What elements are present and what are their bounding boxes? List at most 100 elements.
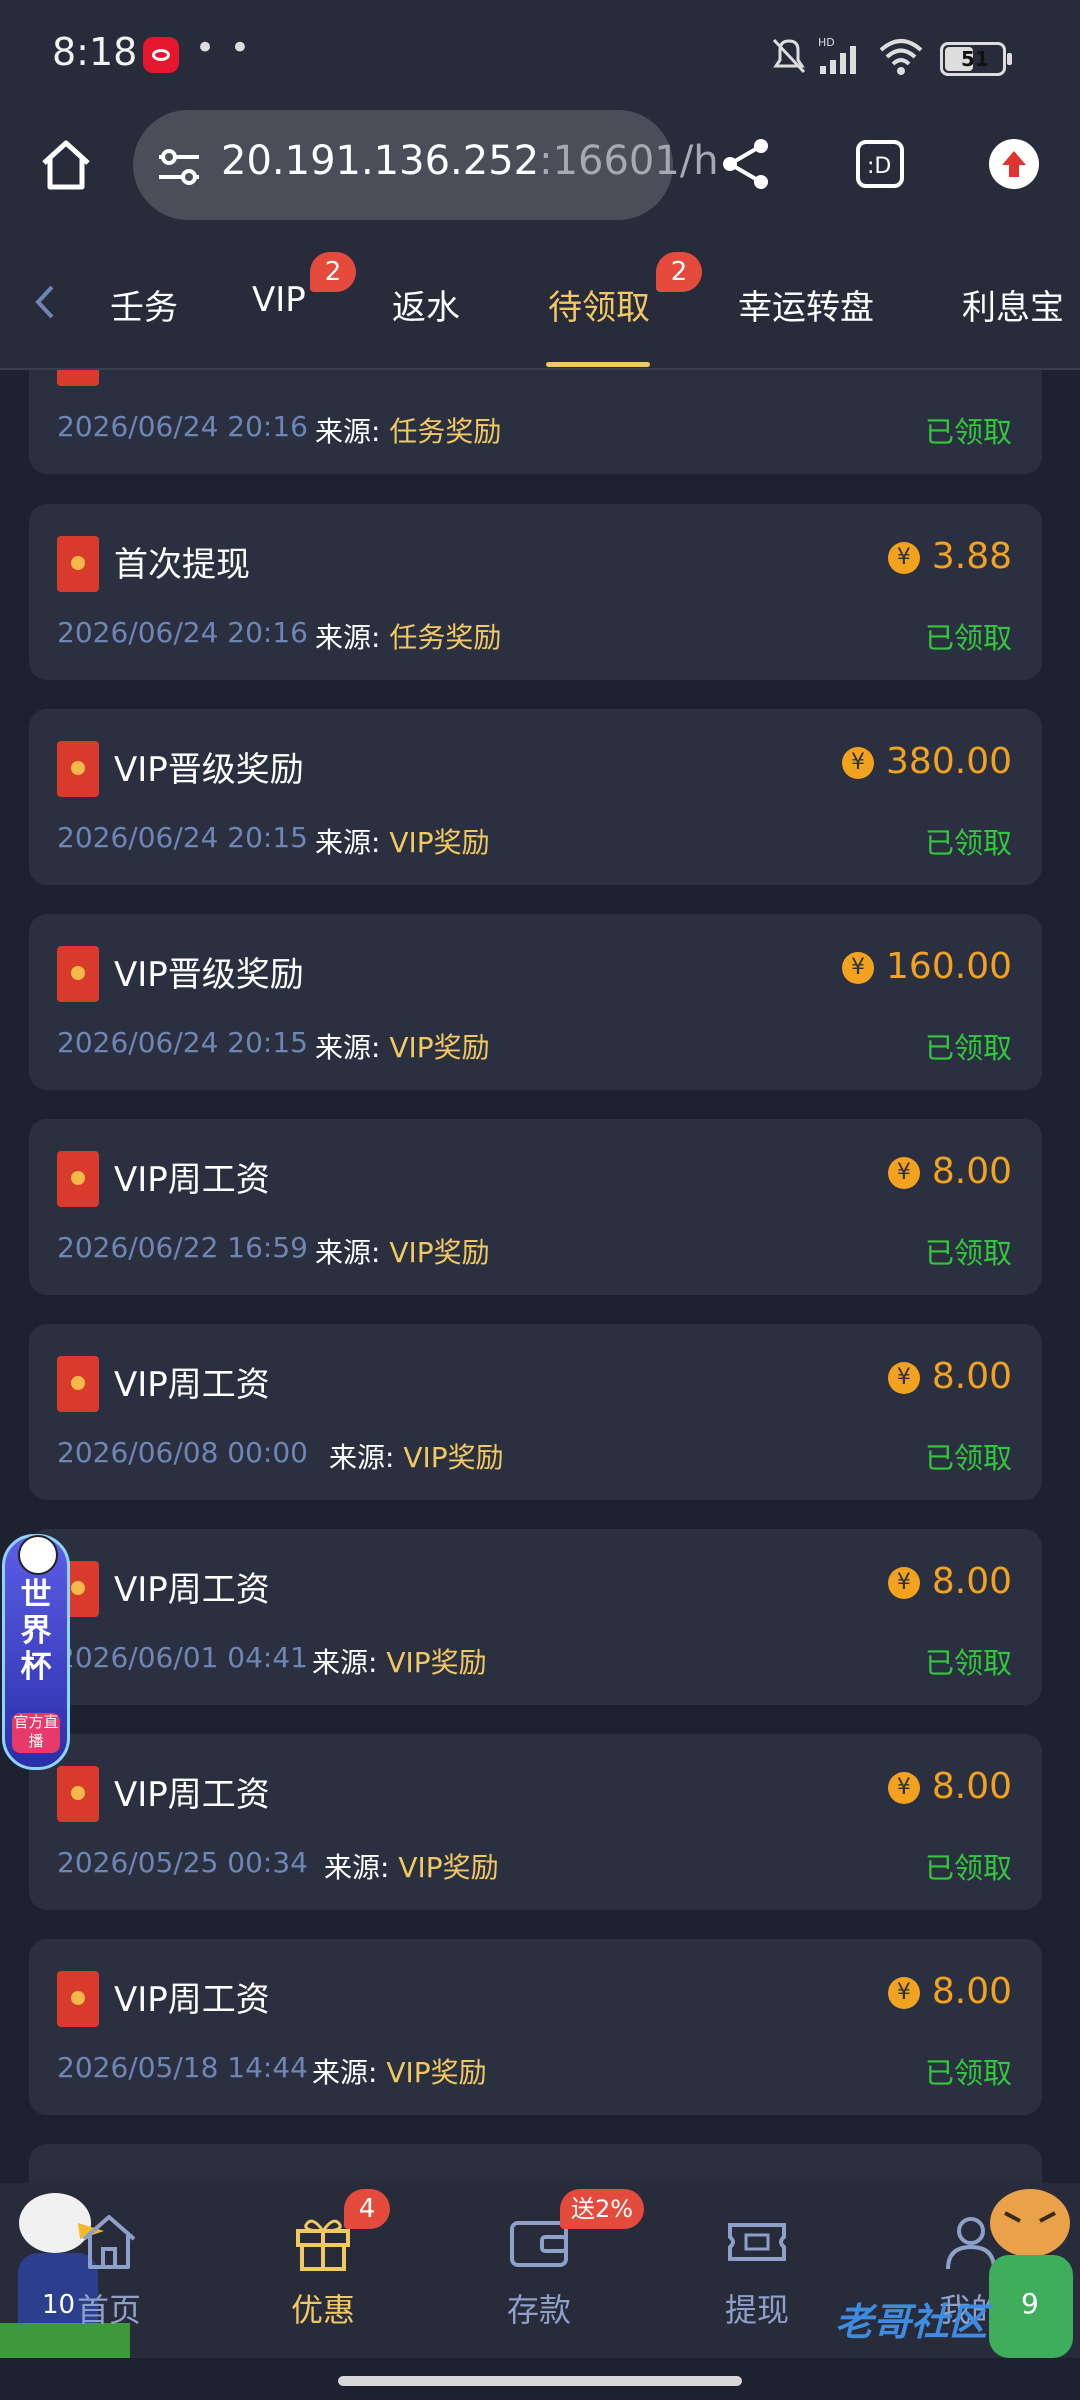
coin-icon: ¥ xyxy=(887,1567,920,1599)
record-amount: ¥160.00 xyxy=(842,946,1012,987)
record-amount: ¥8.00 xyxy=(887,1971,1012,2012)
record-amount: ¥8.00 xyxy=(887,1561,1012,1602)
coin-icon: ¥ xyxy=(842,747,875,779)
record-date: 2026/05/18 14:44 xyxy=(57,2051,308,2084)
red-envelope-icon xyxy=(57,536,99,592)
list-item: VIP周工资 ¥8.00 2026/06/08 00:00 来源: VIP奖励 … xyxy=(29,1324,1042,1500)
list-item: VIP周工资 ¥8.00 2026/06/01 04:41 来源: VIP奖励 … xyxy=(29,1529,1042,1705)
chevron-left-icon[interactable] xyxy=(30,284,60,320)
nav-deposit[interactable]: 送2% 存款 xyxy=(464,2183,644,2358)
promotions-badge: 4 xyxy=(344,2189,390,2229)
category-tabs: 壬务 VIP 2 返水 待领取 2 幸运转盘 利息宝 xyxy=(0,240,1080,370)
list-item: VIP周工资 ¥8.00 2026/05/25 00:34 来源: VIP奖励 … xyxy=(29,1734,1042,1910)
network-label: HD xyxy=(818,36,835,49)
record-amount: ¥8.00 xyxy=(887,1766,1012,1807)
tab-lucky-wheel[interactable]: 幸运转盘 xyxy=(738,280,874,329)
url-host: 20.191.136.252 xyxy=(221,138,540,184)
record-source: 来源: VIP奖励 xyxy=(312,1646,487,1679)
watermark-logo: 老哥社区 xyxy=(835,2300,988,2344)
share-icon[interactable] xyxy=(716,134,776,194)
coin-icon: ¥ xyxy=(887,1772,920,1804)
record-date: 2026/06/24 20:15 xyxy=(57,821,308,854)
record-title: VIP晋级奖励 xyxy=(114,955,304,995)
coin-icon: ¥ xyxy=(887,1362,920,1394)
status-time: 8:18 xyxy=(52,30,138,74)
signal-icon: HD xyxy=(818,36,856,74)
coin-icon: ¥ xyxy=(887,542,920,574)
wifi-icon xyxy=(879,39,923,75)
record-source: 来源: VIP奖励 xyxy=(329,1441,504,1474)
record-amount: ¥8.00 xyxy=(887,1356,1012,1397)
nav-home-label: 首页 xyxy=(76,2291,141,2329)
record-title: VIP周工资 xyxy=(114,1980,270,2020)
record-title: 首次提现 xyxy=(114,545,250,585)
bottom-navigation: 10 首页 4 优惠 送2% 存款 提现 我的 9 老哥社区 xyxy=(0,2183,1080,2358)
battery-icon: 51 xyxy=(940,42,1012,76)
record-title: VIP晋级奖励 xyxy=(114,750,304,790)
red-envelope-icon xyxy=(57,946,99,1002)
active-tab-indicator xyxy=(546,362,650,367)
tab-pending-badge: 2 xyxy=(656,252,702,292)
coin-icon: ¥ xyxy=(887,1157,920,1189)
live-stream-label: 官方直播 xyxy=(12,1713,60,1753)
record-source: 来源: VIP奖励 xyxy=(315,1031,490,1064)
record-status: 已领取 xyxy=(924,1646,1012,1680)
home-indicator[interactable] xyxy=(338,2376,742,2386)
record-date: 2026/06/24 20:16 xyxy=(57,616,308,649)
nav-promotions[interactable]: 4 优惠 xyxy=(248,2183,398,2358)
weibo-notification-icon xyxy=(143,37,179,73)
record-title: VIP周工资 xyxy=(114,1365,270,1405)
red-envelope-icon xyxy=(57,1766,99,1822)
tab-vip[interactable]: VIP xyxy=(252,280,306,320)
record-date: 2026/06/01 04:41 xyxy=(57,1641,308,1674)
coin-icon: ¥ xyxy=(887,1977,920,2009)
list-item: VIP周工资 ¥8.00 2026/06/22 16:59 来源: VIP奖励 … xyxy=(29,1119,1042,1295)
update-icon[interactable] xyxy=(989,139,1039,189)
record-source: 来源: VIP奖励 xyxy=(324,1851,499,1884)
red-envelope-icon xyxy=(57,1356,99,1412)
record-date: 2026/06/08 00:00 xyxy=(57,1436,308,1469)
nav-withdraw-label: 提现 xyxy=(724,2291,789,2329)
nav-home[interactable]: 首页 xyxy=(34,2183,184,2358)
tab-interest[interactable]: 利息宝 xyxy=(962,280,1064,329)
record-status: 已领取 xyxy=(924,826,1012,860)
record-source: 来源: VIP奖励 xyxy=(315,826,490,859)
tab-rebate[interactable]: 返水 xyxy=(392,280,460,329)
record-title: VIP周工资 xyxy=(114,1775,270,1815)
url-path: :16601/h xyxy=(539,138,719,184)
record-amount: ¥3.88 xyxy=(887,536,1012,577)
record-source: 来源: VIP奖励 xyxy=(312,2056,487,2089)
world-cup-float-button[interactable]: 世界杯 官方直播 xyxy=(2,1534,70,1770)
record-title: VIP周工资 xyxy=(114,1160,270,1200)
dex-extension-icon[interactable]: :D xyxy=(855,139,905,189)
record-status: 已领取 xyxy=(924,415,1012,449)
record-date: 2026/05/25 00:34 xyxy=(57,1846,308,1879)
coin-icon: ¥ xyxy=(842,952,875,984)
tiger-mascot-icon: 9 xyxy=(989,2189,1073,2358)
list-item: VIP晋级奖励 ¥160.00 2026/06/24 20:15 来源: VIP… xyxy=(29,914,1042,1090)
soccer-ball-icon xyxy=(18,1535,58,1575)
record-date: 2026/06/24 20:15 xyxy=(57,1026,308,1059)
mute-icon xyxy=(772,38,806,74)
red-envelope-icon xyxy=(57,1971,99,2027)
record-status: 已领取 xyxy=(924,1851,1012,1885)
tab-tasks[interactable]: 壬务 xyxy=(110,280,178,329)
record-status: 已领取 xyxy=(924,1441,1012,1475)
list-item: VIP周工资 ¥8.00 2026/05/18 14:44 来源: VIP奖励 … xyxy=(29,1939,1042,2115)
record-date: 2026/06/22 16:59 xyxy=(57,1231,308,1264)
record-source: 来源: 任务奖励 xyxy=(315,415,502,448)
nav-withdraw[interactable]: 提现 xyxy=(682,2183,832,2358)
battery-level: 51 xyxy=(961,47,989,71)
site-settings-icon[interactable] xyxy=(157,147,201,187)
home-icon[interactable] xyxy=(36,135,96,195)
tab-pending[interactable]: 待领取 xyxy=(548,280,650,329)
url-text[interactable]: 20.191.136.252:16601/h xyxy=(221,138,719,184)
record-date: 2026/06/24 20:16 xyxy=(57,410,308,443)
address-bar[interactable]: 20.191.136.252:16601/h xyxy=(133,110,719,220)
ticket-cash-icon xyxy=(728,2223,786,2261)
status-bar: 8:18 • • HD 51 xyxy=(0,0,1080,110)
red-envelope-icon xyxy=(57,741,99,797)
list-item: 首次提现 ¥3.88 2026/06/24 20:16 来源: 任务奖励 已领取 xyxy=(29,504,1042,680)
browser-toolbar: 20.191.136.252:16601/h :D xyxy=(0,110,1080,240)
record-amount: ¥380.00 xyxy=(842,741,1012,782)
